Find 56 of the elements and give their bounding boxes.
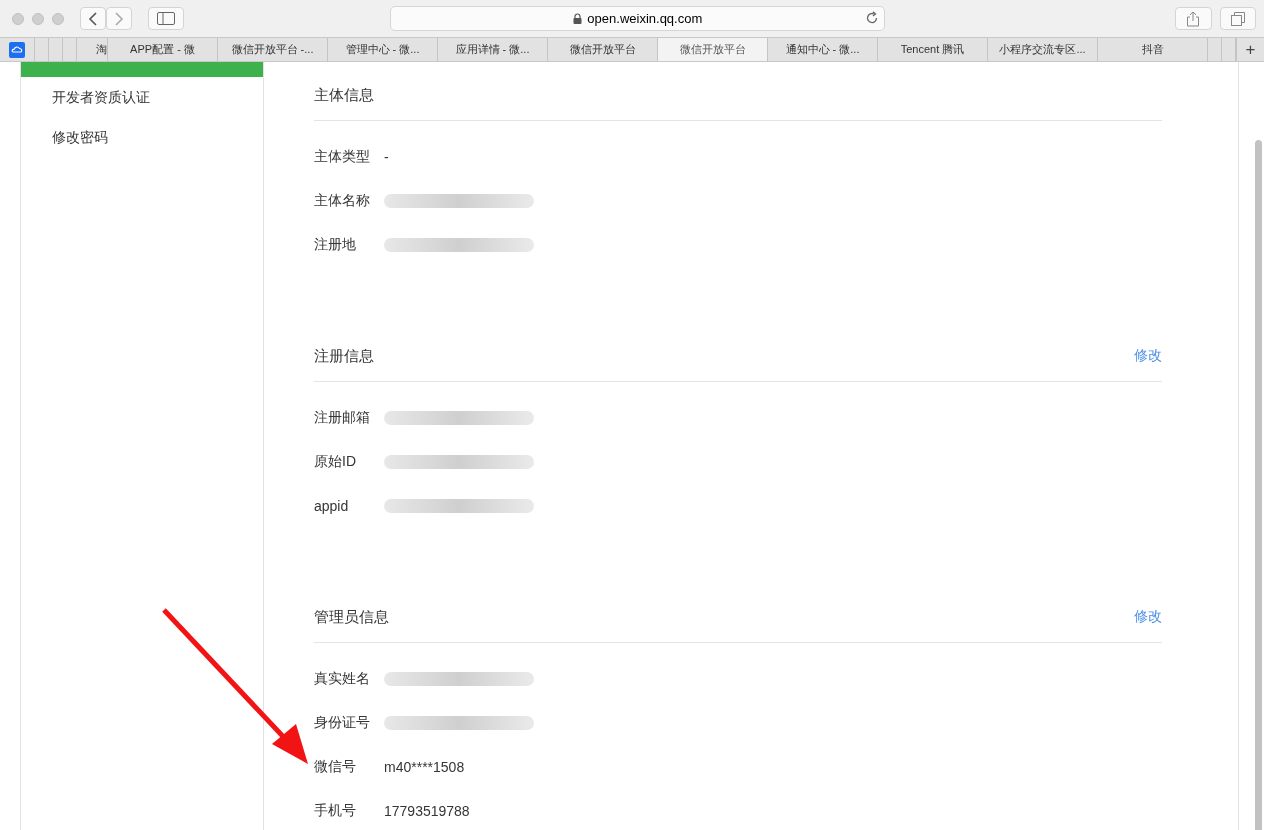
browser-tab[interactable]: Tencent 腾讯 [878,38,988,61]
section-title: 管理员信息 [314,607,389,627]
pinned-tab[interactable] [0,38,35,61]
section-title: 主体信息 [314,85,374,105]
share-icon [1186,10,1201,27]
browser-tab[interactable]: 淘 [77,38,108,61]
edit-link[interactable]: 修改 [1134,608,1162,626]
new-tab-button[interactable]: + [1236,38,1264,61]
back-icon [88,11,98,26]
browser-tab[interactable]: 管理中心 - 微... [328,38,438,61]
field-label: 主体类型 [314,148,371,166]
browser-tab[interactable]: 微信开放平台 [658,38,768,61]
browser-tab[interactable]: APP配置 - 微 [108,38,218,61]
browser-tab[interactable]: 抖音 [1098,38,1208,61]
browser-tab[interactable] [63,38,77,61]
browser-tab[interactable] [1222,38,1236,61]
browser-tab[interactable]: 通知中心 - 微... [768,38,878,61]
browser-tab[interactable]: 微信开放平台 [548,38,658,61]
back-button[interactable] [80,7,106,30]
tabs-icon [1230,11,1245,26]
reload-icon[interactable] [865,11,880,25]
lock-icon [573,13,583,24]
scrollbar-thumb[interactable] [1255,140,1262,830]
browser-tab[interactable] [1208,38,1222,61]
browser-tab[interactable]: 微信开放平台 -... [218,38,328,61]
field-label: 微信号 [314,758,357,776]
window-minimize-button[interactable] [32,12,44,25]
forward-button[interactable] [106,7,132,30]
share-button[interactable] [1175,7,1212,30]
browser-tab[interactable]: 小程序交流专区... [988,38,1098,61]
field-label: 手机号 [314,802,357,820]
browser-tab[interactable] [49,38,63,61]
sidebar-item[interactable]: 修改密码 [21,117,263,157]
field-label: 身份证号 [314,714,371,732]
edit-link[interactable]: 修改 [1134,347,1162,365]
window-close-button[interactable] [12,12,24,25]
field-value: m40****1508 [384,759,465,775]
tabs-overview-button[interactable] [1219,7,1256,30]
field-label: 注册地 [314,236,357,254]
sidebar-item[interactable]: 开发者资质认证 [21,77,263,117]
window-zoom-button[interactable] [52,12,64,25]
field-label: 真实姓名 [314,670,371,688]
address-bar[interactable]: open.weixin.qq.com [390,6,886,31]
field-label: 原始ID [314,453,357,471]
field-value: 17793519788 [384,803,470,819]
field-label: 主体名称 [314,192,371,210]
cloud-icon [9,41,25,58]
browser-tab[interactable] [35,38,49,61]
field-label: 注册邮箱 [314,409,371,427]
field-label: appid [314,498,350,514]
browser-tab[interactable]: 应用详情 - 微... [438,38,548,61]
section-title: 注册信息 [314,346,374,366]
sidebar-button[interactable] [148,7,185,30]
sidebar-icon [157,12,176,25]
field-value: - [384,149,389,165]
forward-icon [114,11,124,26]
